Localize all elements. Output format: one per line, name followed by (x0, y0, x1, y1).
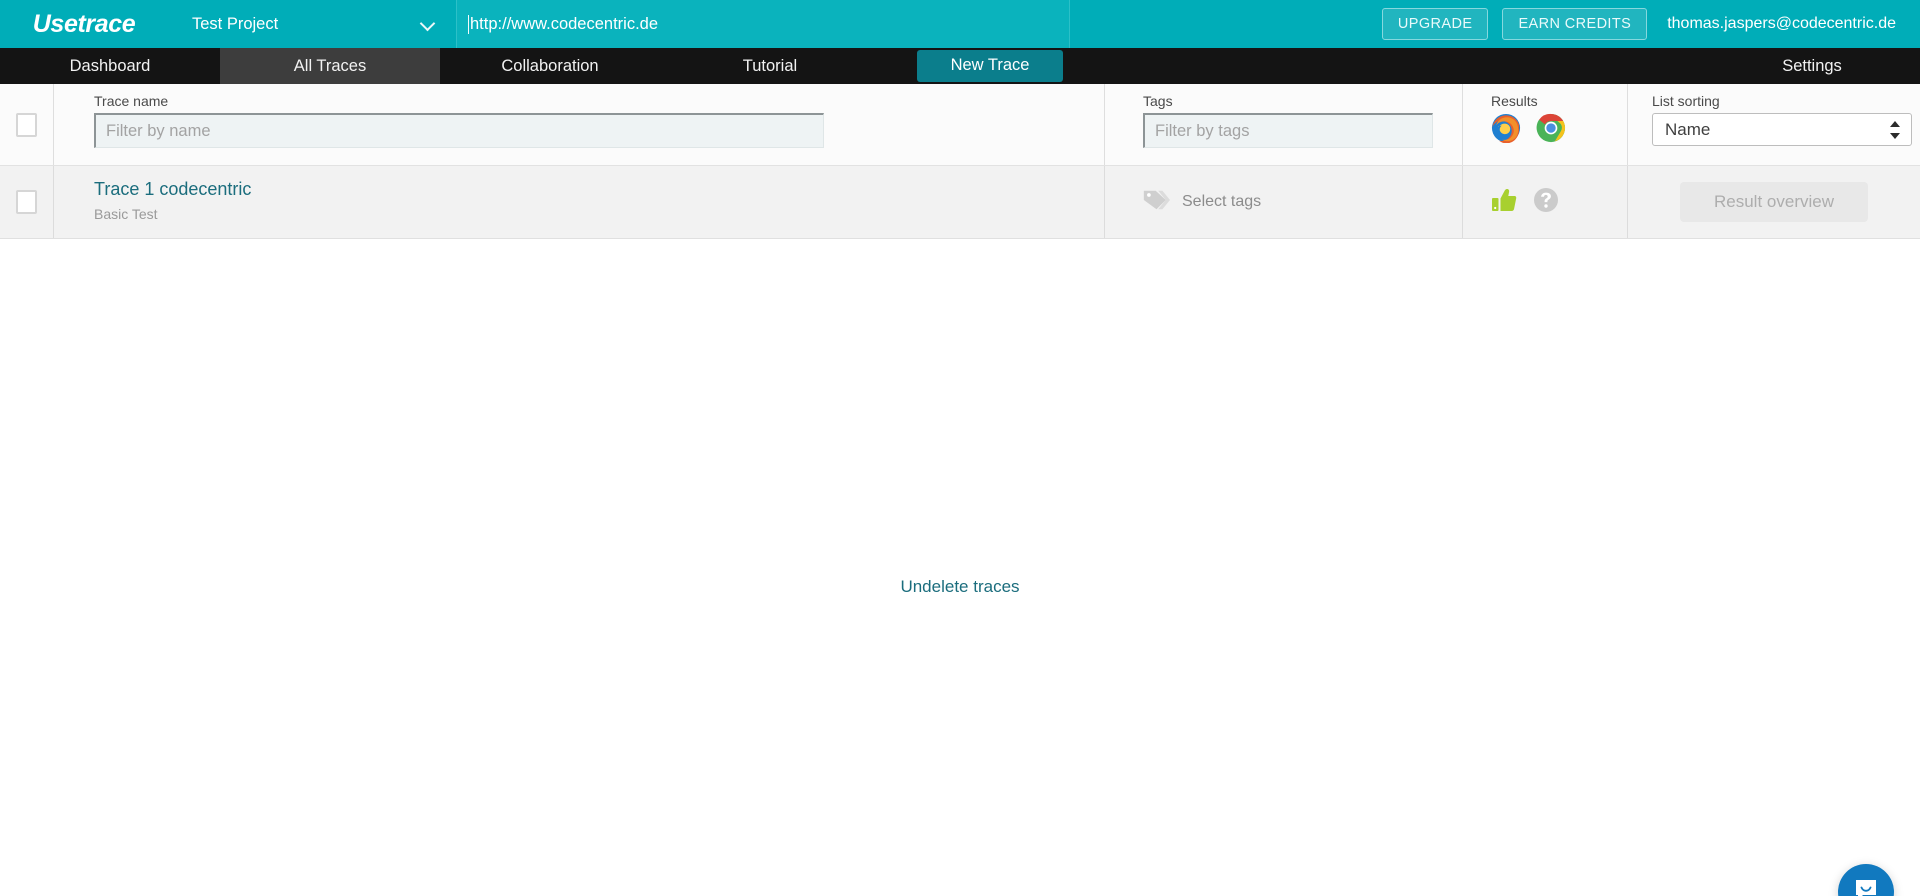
base-url-value: http://www.codecentric.de (470, 15, 658, 34)
trace-results-column (1462, 166, 1627, 238)
filter-row: Trace name Tags Results (0, 84, 1920, 166)
trace-name-filter-input[interactable] (94, 113, 824, 148)
header-spacer (1070, 0, 1382, 48)
chrome-icon[interactable] (1536, 113, 1566, 148)
nav-items: Dashboard All Traces Collaboration Tutor… (0, 48, 1100, 84)
trace-tags-column: Select tags (1104, 166, 1462, 238)
content-area: Undelete traces (0, 239, 1920, 896)
row-select-checkbox[interactable] (16, 190, 37, 214)
text-caret (468, 15, 469, 34)
app-header: Usetrace Test Project http://www.codecen… (0, 0, 1920, 48)
tags-label: Tags (1143, 93, 1462, 109)
new-trace-cell: New Trace (880, 48, 1100, 84)
project-name-label: Test Project (192, 15, 422, 34)
nav-item-settings[interactable]: Settings (1704, 48, 1920, 84)
list-sorting-select[interactable]: Name (1652, 113, 1912, 146)
nav-item-all-traces[interactable]: All Traces (220, 48, 440, 84)
select-tags-label: Select tags (1182, 193, 1261, 211)
trace-list: Trace name Tags Results (0, 84, 1920, 239)
tags-filter-input[interactable] (1143, 113, 1433, 148)
list-sorting-label: List sorting (1652, 93, 1920, 109)
tags-filter-column: Tags (1104, 84, 1462, 165)
results-filter-column: Results (1462, 84, 1627, 165)
trace-info-column: Trace 1 codecentric Basic Test (53, 166, 1104, 238)
project-selector[interactable]: Test Project (168, 0, 456, 48)
trace-name-link[interactable]: Trace 1 codecentric (94, 178, 251, 201)
list-sorting-value: Name (1665, 120, 1890, 140)
select-all-checkbox[interactable] (16, 113, 37, 137)
undelete-traces-link[interactable]: Undelete traces (0, 577, 1920, 597)
table-row[interactable]: Trace 1 codecentric Basic Test Select ta… (0, 166, 1920, 239)
nav-item-collaboration[interactable]: Collaboration (440, 48, 660, 84)
trace-action-column: Result overview (1627, 166, 1920, 238)
spinner-arrows-icon (1890, 120, 1901, 140)
row-select-cell (0, 166, 53, 238)
upgrade-button[interactable]: UPGRADE (1382, 8, 1489, 41)
list-sorting-column: List sorting Name (1627, 84, 1920, 165)
nav-item-dashboard[interactable]: Dashboard (0, 48, 220, 84)
chat-bubble-icon (1853, 877, 1879, 896)
nav-item-tutorial[interactable]: Tutorial (660, 48, 880, 84)
trace-description: Basic Test (94, 206, 1104, 222)
thumbs-up-icon[interactable] (1491, 187, 1517, 218)
trace-name-label: Trace name (94, 93, 1104, 109)
intercom-launcher-button[interactable] (1838, 864, 1894, 896)
result-overview-button[interactable]: Result overview (1680, 182, 1868, 222)
select-all-cell (0, 84, 53, 165)
main-navigation: Dashboard All Traces Collaboration Tutor… (0, 48, 1920, 84)
tag-icon (1143, 189, 1170, 216)
earn-credits-button[interactable]: EARN CREDITS (1502, 8, 1647, 41)
firefox-icon[interactable] (1491, 113, 1521, 148)
chevron-down-icon (422, 18, 434, 30)
logo[interactable]: Usetrace (0, 0, 168, 48)
results-label: Results (1491, 93, 1627, 109)
select-tags-control[interactable]: Select tags (1105, 189, 1261, 216)
browser-filter-icons (1491, 113, 1627, 148)
trace-name-filter-column: Trace name (53, 84, 1104, 165)
new-trace-button[interactable]: New Trace (917, 50, 1064, 82)
nav-spacer (1100, 48, 1704, 84)
logo-text: Usetrace (33, 10, 135, 39)
user-email-label[interactable]: thomas.jaspers@codecentric.de (1667, 15, 1920, 33)
trace-result-icons (1463, 187, 1559, 218)
question-mark-icon[interactable] (1533, 187, 1559, 218)
base-url-input[interactable]: http://www.codecentric.de (456, 0, 1070, 48)
